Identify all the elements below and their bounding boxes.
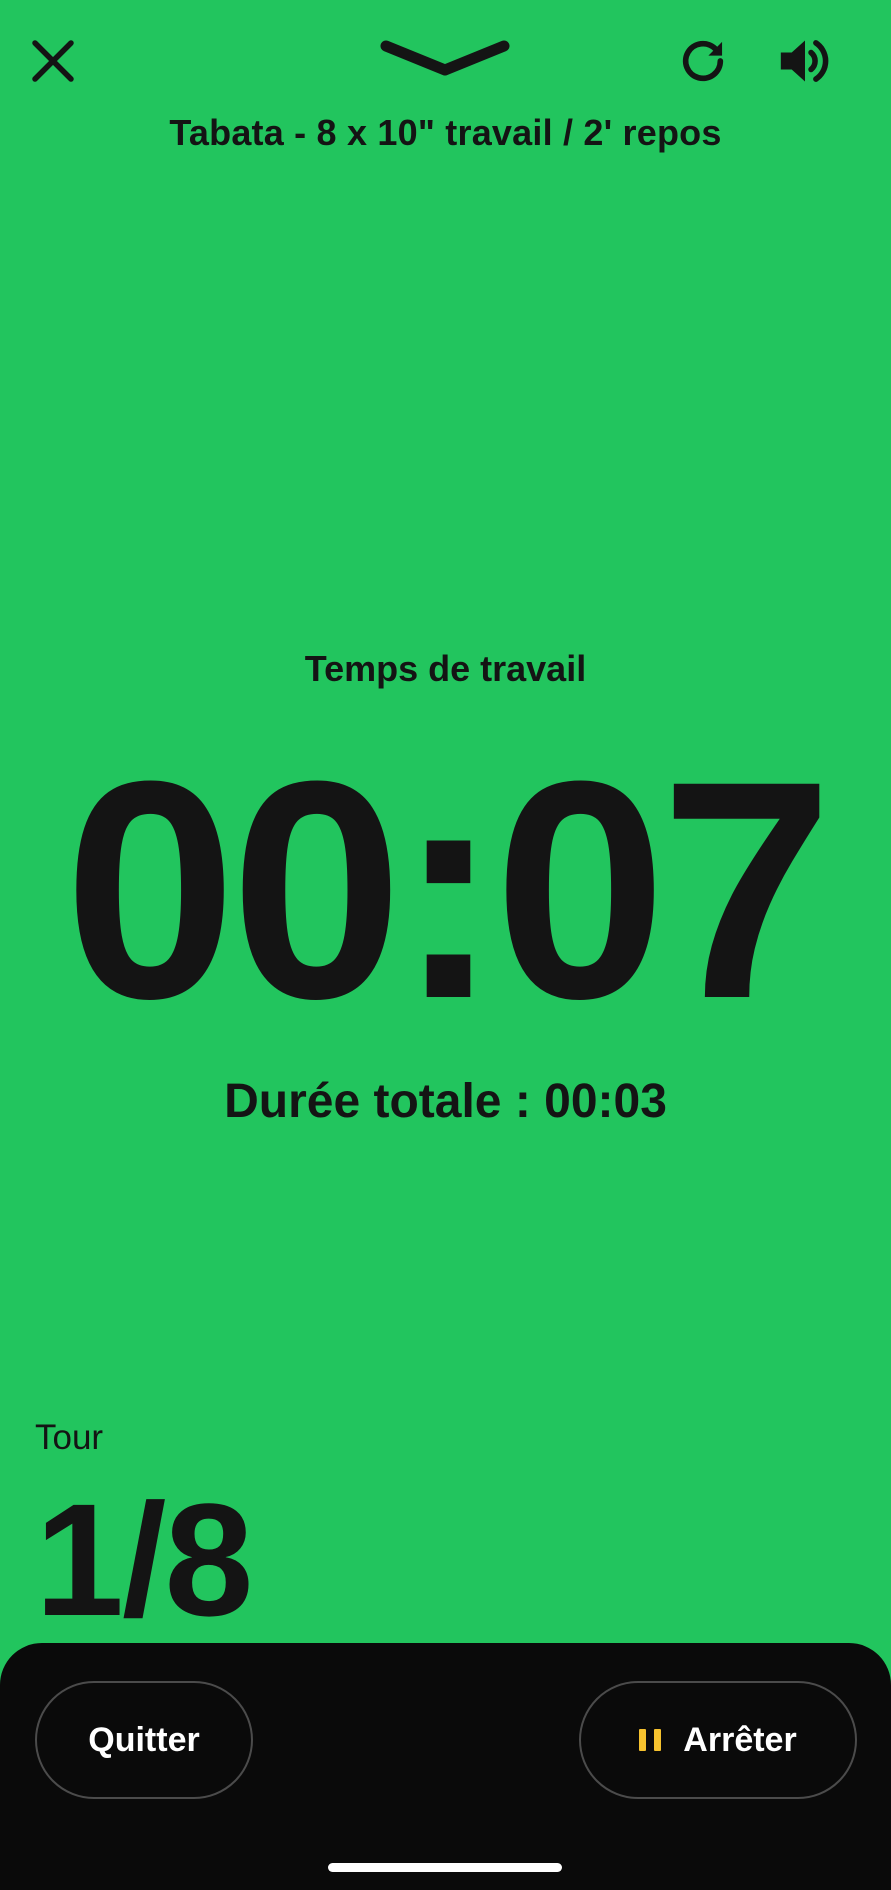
collapse-button[interactable] [375,28,515,88]
quit-button[interactable]: Quitter [35,1681,253,1799]
chevron-down-icon [380,40,510,76]
stop-button-label: Arrêter [683,1720,797,1759]
bottom-action-bar: Quitter Arrêter [0,1643,891,1890]
restart-button[interactable] [668,26,738,96]
timer-screen: Tabata - 8 x 10" travail / 2' repos Temp… [0,0,891,1890]
workout-title: Tabata - 8 x 10" travail / 2' repos [169,112,722,153]
round-label: Tour [35,1418,104,1457]
close-icon [32,40,74,82]
quit-button-label: Quitter [88,1720,200,1759]
volume-icon [780,40,829,82]
pause-icon [639,1729,662,1751]
close-button[interactable] [22,30,84,92]
total-duration: Durée totale : 00:03 [224,1075,667,1128]
stop-button[interactable]: Arrêter [579,1681,857,1799]
countdown-timer: 00:07 [64,716,833,1063]
sound-button[interactable] [768,26,842,96]
round-counter: 1/8 [35,1470,253,1649]
phase-label: Temps de travail [304,648,587,689]
refresh-icon [682,40,724,82]
home-indicator[interactable] [328,1863,562,1872]
